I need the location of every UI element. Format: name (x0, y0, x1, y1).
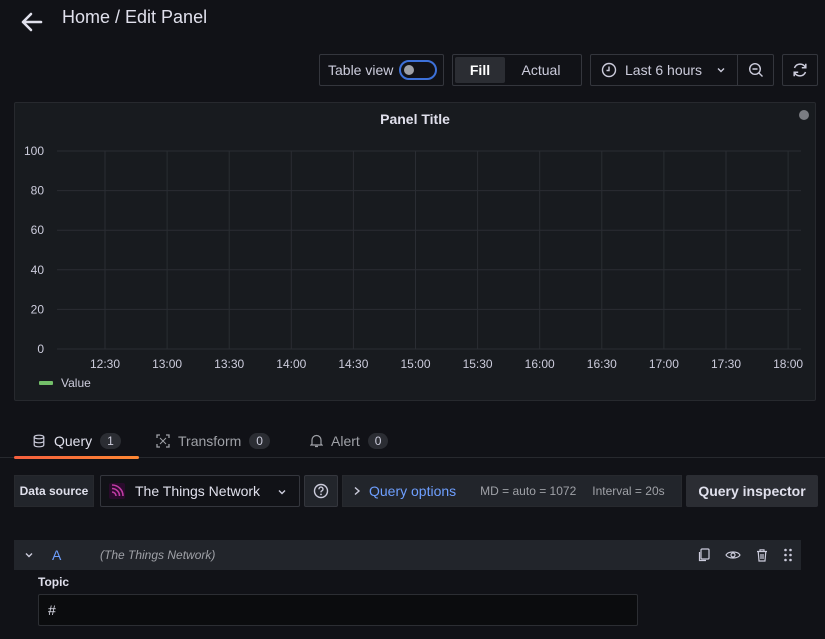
tab-transform[interactable]: Transform 0 (156, 424, 270, 458)
tab-alert-count: 0 (367, 433, 389, 449)
tab-query[interactable]: Query 1 (14, 424, 139, 459)
interval-value: Interval = 20s (592, 484, 665, 498)
transform-icon (156, 434, 170, 448)
query-options-button[interactable]: Query options MD = auto = 1072 Interval … (342, 475, 682, 507)
x-tick-label: 18:00 (773, 357, 803, 371)
fill-button[interactable]: Fill (455, 57, 505, 83)
max-data-points: MD = auto = 1072 (480, 484, 577, 498)
chevron-down-icon (717, 68, 725, 73)
y-tick-label: 80 (31, 184, 45, 198)
fill-actual-switch: Fill Actual (452, 54, 582, 86)
zoom-out-button[interactable] (738, 55, 773, 85)
x-tick-label: 12:30 (90, 357, 120, 371)
query-row-actions (697, 540, 793, 570)
data-source-name: The Things Network (135, 483, 261, 499)
refresh-button[interactable] (782, 54, 818, 86)
x-tick-label: 13:00 (152, 357, 182, 371)
arrow-left-icon (21, 12, 43, 32)
panel: Panel Title 0 20 40 60 80 100 12:30 13:00 13:30 1… (14, 102, 816, 401)
query-row-header[interactable]: A (The Things Network) (14, 540, 801, 570)
refresh-icon (793, 63, 807, 77)
legend-swatch (39, 381, 53, 385)
time-picker: Last 6 hours (590, 54, 774, 86)
query-inspector-button[interactable]: Query inspector (686, 475, 818, 507)
x-tick-label: 16:00 (525, 357, 555, 371)
x-tick-label: 15:00 (400, 357, 430, 371)
y-tick-label: 0 (37, 342, 44, 356)
x-tick-label: 14:30 (338, 357, 368, 371)
database-icon (33, 434, 45, 448)
copy-icon[interactable] (697, 548, 711, 562)
editor-tabs: Query 1 Transform 0 Alert 0 (14, 424, 816, 459)
tab-alert-label: Alert (331, 433, 360, 449)
query-ref-id[interactable]: A (52, 547, 100, 563)
toggle-switch[interactable] (399, 60, 438, 80)
time-range-label: Last 6 hours (625, 62, 703, 78)
eye-icon[interactable] (725, 548, 741, 562)
tab-query-count: 1 (100, 433, 121, 449)
tab-alert[interactable]: Alert 0 (310, 424, 389, 458)
query-options-label: Query options (369, 483, 457, 499)
x-tick-label: 17:30 (711, 357, 741, 371)
chevron-right-icon (354, 486, 361, 496)
data-source-help-button[interactable] (304, 475, 338, 507)
x-tick-label: 17:00 (649, 357, 679, 371)
topic-input[interactable] (38, 594, 638, 626)
data-source-select[interactable]: The Things Network (100, 475, 300, 507)
bell-icon (310, 434, 323, 448)
x-tick-label: 14:00 (276, 357, 306, 371)
clock-icon (601, 62, 617, 78)
trash-icon[interactable] (755, 548, 769, 562)
drag-handle-icon[interactable] (783, 548, 793, 562)
things-network-logo-icon (109, 483, 125, 499)
time-series-chart: 0 20 40 60 80 100 12:30 13:00 13:30 14:00 14:30 15:… (24, 144, 803, 390)
x-tick-label: 15:30 (463, 357, 493, 371)
legend-label: Value (61, 376, 91, 390)
x-tick-label: 16:30 (587, 357, 617, 371)
data-source-label: Data source (14, 475, 94, 507)
query-row-datasource: (The Things Network) (100, 548, 216, 562)
back-button[interactable] (20, 10, 44, 34)
chevron-down-icon (278, 490, 286, 495)
tab-query-label: Query (54, 433, 93, 449)
tab-transform-label: Transform (178, 433, 242, 449)
x-tick-label: 13:30 (214, 357, 244, 371)
time-range-button[interactable]: Last 6 hours (591, 55, 739, 85)
y-tick-label: 100 (24, 144, 44, 158)
y-tick-label: 20 (31, 302, 45, 316)
table-view-label: Table view (328, 62, 394, 78)
y-tick-label: 40 (31, 263, 45, 277)
topic-label: Topic (38, 575, 70, 589)
active-tab-indicator (14, 456, 139, 459)
chevron-down-icon[interactable] (24, 550, 34, 560)
zoom-out-icon (748, 62, 763, 77)
tab-transform-count: 0 (249, 433, 270, 449)
table-view-toggle[interactable]: Table view (319, 54, 444, 86)
actual-button[interactable]: Actual (505, 57, 577, 83)
question-circle-icon (313, 483, 329, 499)
page-title: Home / Edit Panel (62, 7, 208, 27)
y-tick-label: 60 (31, 223, 45, 237)
